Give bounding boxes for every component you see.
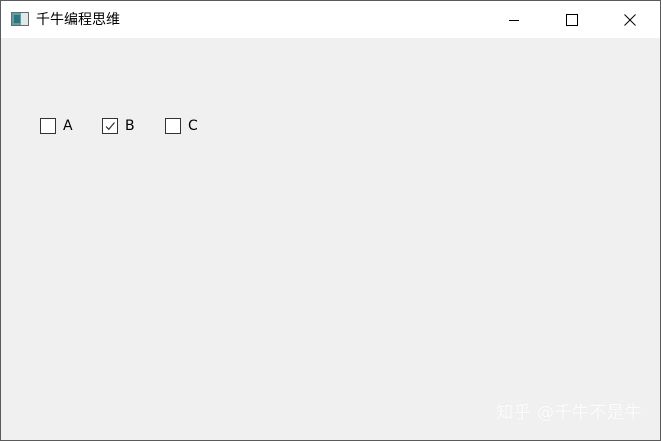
checkbox-b-label[interactable]: B: [125, 118, 135, 134]
checkbox-c-box[interactable]: [165, 118, 181, 134]
minimize-button[interactable]: [485, 1, 543, 38]
app-window-icon: [11, 12, 29, 26]
checkbox-a[interactable]: A: [40, 118, 73, 134]
close-icon: [624, 13, 636, 26]
checkmark-icon: [105, 122, 115, 131]
checkbox-a-box[interactable]: [40, 118, 56, 134]
watermark-text: 知乎 @千牛不是牛: [496, 403, 642, 423]
title-bar[interactable]: 千牛编程思维: [1, 1, 660, 38]
checkbox-b[interactable]: B: [102, 118, 135, 134]
close-button[interactable]: [601, 1, 659, 38]
maximize-button[interactable]: [543, 1, 601, 38]
window-title: 千牛编程思维: [36, 12, 120, 28]
main-window: 千牛编程思维 A B C 知乎 @千牛不是牛: [0, 0, 661, 441]
checkbox-c-label[interactable]: C: [188, 118, 198, 134]
checkbox-b-box[interactable]: [102, 118, 118, 134]
checkbox-a-label[interactable]: A: [63, 118, 73, 134]
minimize-icon: [509, 19, 519, 21]
checkbox-c[interactable]: C: [165, 118, 198, 134]
maximize-icon: [566, 13, 578, 26]
